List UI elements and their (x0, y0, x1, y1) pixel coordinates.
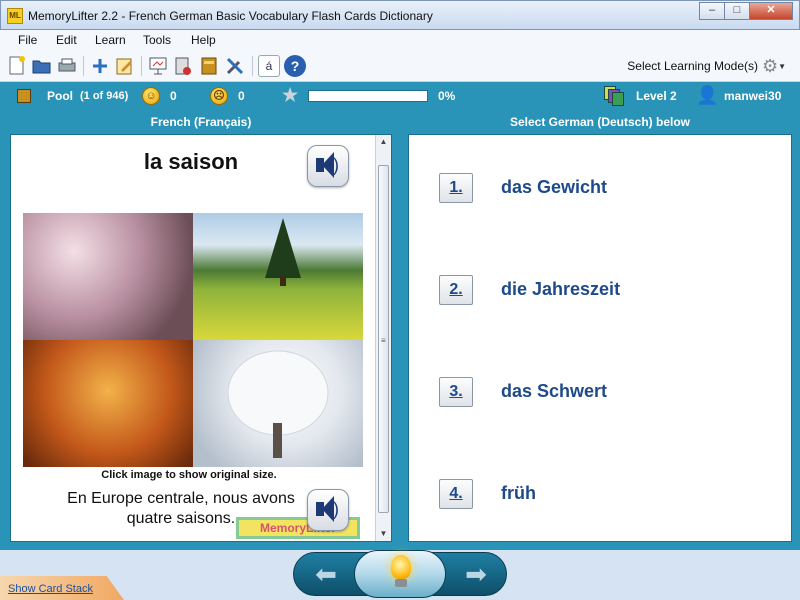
correct-count: 0 (170, 89, 177, 103)
pool-label: Pool (47, 89, 73, 103)
question-language-header: French (Français) (10, 110, 392, 134)
summer-meadow-image (193, 213, 363, 340)
toolbar-divider (252, 56, 253, 76)
answer-text[interactable]: früh (501, 483, 536, 504)
answer-option-2[interactable]: 2. die Jahreszeit (439, 275, 769, 305)
tools-icon[interactable] (224, 55, 246, 77)
edit-card-icon[interactable] (114, 55, 136, 77)
sad-face-icon: ☹ (210, 87, 228, 105)
pool-count: (1 of 946) (80, 90, 129, 102)
answer-option-1[interactable]: 1. das Gewicht (439, 173, 769, 203)
spring-blossom-image (23, 213, 193, 340)
help-icon[interactable]: ? (284, 55, 306, 77)
answer-text[interactable]: das Schwert (501, 381, 607, 402)
user-icon: 👤 (696, 85, 719, 105)
card-stats-icon[interactable] (172, 55, 194, 77)
username: manwei30 (724, 89, 782, 103)
next-arrow-icon[interactable]: ➡ (456, 561, 496, 587)
level-indicator: Level 2 (636, 89, 677, 103)
learning-mode-label[interactable]: Select Learning Mode(s) (627, 59, 758, 73)
window-title: MemoryLifter 2.2 - French German Basic V… (28, 9, 433, 23)
slideshow-icon[interactable] (147, 55, 169, 77)
answer-option-4[interactable]: 4. früh (439, 479, 769, 509)
sentence-audio-button[interactable]: ) (307, 489, 349, 531)
pool-box-icon (17, 89, 31, 103)
special-character-button[interactable]: á (258, 55, 280, 77)
word-audio-button[interactable]: ) (307, 145, 349, 187)
happy-face-icon: ☺ (142, 87, 160, 105)
answer-option-3[interactable]: 3. das Schwert (439, 377, 769, 407)
scroll-up-icon[interactable]: ▲ (376, 135, 391, 149)
open-folder-icon[interactable] (31, 55, 53, 77)
answer-language-header: Select German (Deutsch) below (408, 110, 792, 134)
answers-panel: 1. das Gewicht 2. die Jahreszeit 3. das … (408, 134, 792, 542)
menu-tools[interactable]: Tools (143, 33, 171, 47)
scroll-down-icon[interactable]: ▼ (376, 527, 391, 541)
question-panel: la saison ) Click image to show original… (10, 134, 392, 542)
close-button[interactable]: ✕ (749, 2, 793, 20)
menu-edit[interactable]: Edit (56, 33, 77, 47)
answer-number-button[interactable]: 1. (439, 173, 473, 203)
lightbulb-icon (391, 555, 411, 579)
hint-button[interactable] (354, 550, 446, 598)
app-icon: ML (7, 8, 23, 24)
seasons-image[interactable] (23, 213, 363, 467)
answer-text[interactable]: das Gewicht (501, 177, 607, 198)
winter-tree-image (193, 340, 363, 467)
previous-arrow-icon[interactable]: ⬅ (306, 561, 346, 587)
answer-number-button[interactable]: 4. (439, 479, 473, 509)
level-boxes-icon (604, 86, 624, 106)
autumn-tree-image (23, 340, 193, 467)
toolbar: á ? Select Learning Mode(s) ⚙ ▼ (0, 50, 800, 82)
answer-number-button[interactable]: 2. (439, 275, 473, 305)
minimize-button[interactable]: – (699, 2, 725, 20)
new-file-icon[interactable] (6, 55, 28, 77)
menu-help[interactable]: Help (191, 33, 216, 47)
answer-number-button[interactable]: 3. (439, 377, 473, 407)
menu-bar: File Edit Learn Tools Help (0, 30, 800, 50)
progress-percent: 0% (438, 89, 456, 103)
toolbar-divider (83, 56, 84, 76)
window-controls: – □ ✕ (699, 2, 793, 20)
star-icon: ★ (282, 85, 299, 105)
add-card-icon[interactable] (89, 55, 111, 77)
menu-learn[interactable]: Learn (95, 33, 126, 47)
image-caption: Click image to show original size. (101, 469, 277, 481)
toolbar-divider (141, 56, 142, 76)
maximize-button[interactable]: □ (724, 2, 750, 20)
status-bar: Pool (1 of 946) ☺ 0 ☹ 0 ★ 0% Level 2 👤 m… (0, 82, 800, 110)
show-card-stack-link[interactable]: Show Card Stack (8, 583, 93, 595)
dictionary-icon[interactable] (198, 55, 220, 77)
scroll-thumb[interactable]: ≡ (378, 165, 389, 513)
title-bar: ML MemoryLifter 2.2 - French German Basi… (0, 0, 800, 30)
session-progress-bar (308, 90, 428, 102)
print-icon[interactable] (56, 55, 78, 77)
wrong-count: 0 (238, 89, 245, 103)
question-scrollbar[interactable]: ▲ ≡ ▼ (375, 135, 391, 541)
answer-text[interactable]: die Jahreszeit (501, 279, 620, 300)
bottom-bar: Show Card Stack ⬅ ➡ (0, 550, 800, 600)
learning-mode-gear-icon[interactable]: ⚙ ▼ (762, 55, 792, 77)
menu-file[interactable]: File (18, 33, 37, 47)
